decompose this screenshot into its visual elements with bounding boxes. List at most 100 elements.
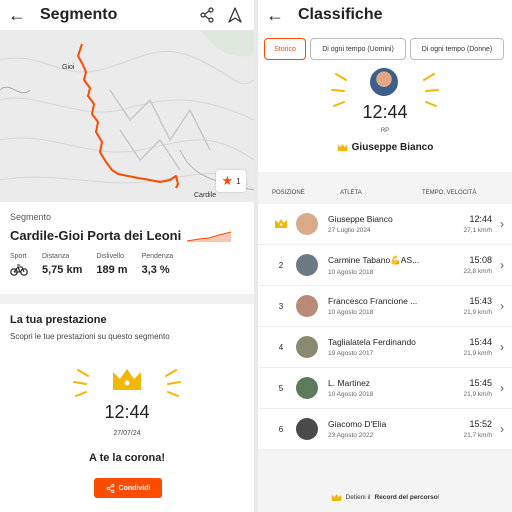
- avatar[interactable]: [296, 295, 318, 317]
- athlete-name: Giuseppe Bianco: [328, 214, 393, 224]
- athlete-cell: L. Martinez 10 Agosto 2018: [328, 378, 448, 398]
- table-row[interactable]: Giuseppe Bianco 27 Luglio 2024 12:44 27,1 k…: [258, 204, 512, 245]
- record-card: 12:44 RP Giuseppe Bianco: [258, 66, 512, 172]
- filter-history[interactable]: Storico: [264, 38, 306, 60]
- table-row[interactable]: 3 Francesco Francione ... 10 Agosto 2018 15…: [258, 286, 512, 327]
- rank-cell: 4: [266, 343, 296, 352]
- filter-all-time-men[interactable]: Di ogni tempo (Uomini): [310, 38, 406, 60]
- time-cell: 15:52 21,7 km/h: [448, 419, 492, 439]
- crown-rank-icon: [275, 218, 287, 228]
- col-time-speed: TEMPO, VELOCITÀ: [422, 190, 477, 196]
- time-cell: 12:44 27,1 km/h: [448, 214, 492, 234]
- effort-time: 15:45: [469, 378, 492, 388]
- performance-section: La tua prestazione Scopri le tue prestaz…: [0, 304, 254, 512]
- footer-text-post: !: [437, 493, 440, 501]
- rank-cell: 6: [266, 425, 296, 434]
- rank-cell: 2: [266, 261, 296, 270]
- stat-distance: Distanza 5,75 km: [42, 253, 82, 279]
- chevron-right-icon[interactable]: ›: [492, 340, 512, 354]
- section-divider: [0, 294, 254, 304]
- chevron-right-icon[interactable]: ›: [492, 299, 512, 313]
- chevron-right-icon[interactable]: ›: [492, 258, 512, 272]
- performance-time: 12:44: [104, 402, 150, 422]
- crown-small-icon: [337, 143, 347, 152]
- table-row[interactable]: 2 Carmine Tabano💪AS... 10 Agosto 2018 15:08…: [258, 245, 512, 286]
- record-holder-name: Giuseppe Bianco: [351, 142, 434, 153]
- filter-all-time-women[interactable]: Di ogni tempo (Donne): [410, 38, 504, 60]
- athlete-cell: Giacomo D'Elia 23 Agosto 2022: [328, 419, 448, 439]
- crown-footer-icon: [331, 493, 341, 501]
- top-bar: ← Segmento: [0, 0, 254, 30]
- effort-speed: 21,7 km/h: [463, 432, 492, 439]
- share-button[interactable]: Condividi: [94, 478, 162, 498]
- share-button-label: Condividi: [118, 484, 151, 492]
- effort-time: 15:08: [469, 255, 492, 265]
- rank-number: 4: [278, 342, 284, 352]
- effort-speed: 21,9 km/h: [463, 309, 492, 316]
- record-holder[interactable]: Giuseppe Bianco: [258, 142, 512, 153]
- share-icon[interactable]: [196, 4, 218, 26]
- chevron-right-icon[interactable]: ›: [492, 422, 512, 436]
- avatar[interactable]: [296, 254, 318, 276]
- time-cell: 15:43 21,9 km/h: [448, 296, 492, 316]
- page-title: Segmento: [40, 6, 118, 23]
- rank-number: 6: [278, 424, 284, 434]
- performance-heading: La tua prestazione: [10, 314, 107, 326]
- athlete-cell: Giuseppe Bianco 27 Luglio 2024: [328, 214, 448, 234]
- stat-sport-label: Sport: [10, 253, 27, 260]
- avatar[interactable]: [296, 377, 318, 399]
- crown-icon: [73, 369, 181, 397]
- navigate-icon[interactable]: [224, 4, 246, 26]
- effort-time: 15:44: [469, 337, 492, 347]
- table-header: POSIZIONE ATLETA TEMPO, VELOCITÀ: [258, 182, 512, 204]
- effort-speed: 21,9 km/h: [463, 391, 492, 398]
- table-row[interactable]: 5 L. Martinez 10 Agosto 2018 15:45 21,9 km/h…: [258, 368, 512, 409]
- athlete-cell: Francesco Francione ... 10 Agosto 2018: [328, 296, 448, 316]
- record-rp-label: RP: [380, 128, 390, 134]
- avatar[interactable]: [296, 418, 318, 440]
- rank-number: 3: [278, 301, 284, 311]
- record-footer: Detieni il Record del percorso!: [258, 486, 512, 508]
- footer-text-bold: Record del percorso: [374, 493, 438, 501]
- leaderboard-screen: ← Classifiche Storico Di ogni tempo (Uom…: [258, 0, 512, 512]
- segment-stats: Sport Distanza 5,75 km Dislivello 189 m …: [10, 253, 244, 279]
- back-button[interactable]: ←: [8, 5, 30, 26]
- table-row[interactable]: 4 Taglialatela Ferdinando 19 Agosto 2017 15…: [258, 327, 512, 368]
- stat-elevation: Dislivello 189 m: [96, 253, 127, 279]
- performance-date: 27/07/24: [113, 430, 141, 437]
- chevron-right-icon[interactable]: ›: [492, 217, 512, 231]
- col-position: POSIZIONE: [272, 190, 305, 196]
- athlete-name: L. Martinez: [328, 378, 371, 388]
- athlete-cell: Taglialatela Ferdinando 19 Agosto 2017: [328, 337, 448, 357]
- crown-message: A te la corona!: [89, 452, 165, 464]
- chevron-right-icon[interactable]: ›: [492, 381, 512, 395]
- stat-distance-label: Distanza: [42, 253, 70, 260]
- rank-number: 2: [278, 260, 284, 270]
- performance-subtitle: Scopri le tue prestazioni su questo segm…: [10, 332, 170, 341]
- rank-cell: 5: [266, 384, 296, 393]
- segment-name: Cardile-Gioi Porta dei Leoni: [10, 228, 244, 243]
- star-button[interactable]: ★ 1: [216, 170, 246, 192]
- table-row[interactable]: 6 Giacomo D'Elia 23 Agosto 2022 15:52 21,7 k…: [258, 409, 512, 450]
- back-button-right[interactable]: ←: [266, 5, 288, 26]
- leaderboard-rows: Giuseppe Bianco 27 Luglio 2024 12:44 27,1 k…: [258, 204, 512, 450]
- star-count: 1: [236, 176, 241, 186]
- stat-distance-value: 5,75 km: [42, 264, 83, 276]
- stat-elevation-value: 189 m: [96, 264, 128, 276]
- rank-number: 5: [278, 383, 284, 393]
- col-athlete: ATLETA: [340, 190, 362, 196]
- athlete-name: Taglialatela Ferdinando: [328, 337, 416, 347]
- segment-section-label: Segmento: [10, 212, 52, 222]
- avatar[interactable]: [296, 336, 318, 358]
- record-avatar[interactable]: [368, 66, 400, 98]
- star-icon: ★: [221, 173, 234, 188]
- effort-speed: 22,8 km/h: [463, 268, 492, 275]
- record-time: 12:44: [362, 102, 408, 122]
- rank-cell: 3: [266, 302, 296, 311]
- athlete-date: 27 Luglio 2024: [328, 227, 371, 234]
- stat-grade-value: 3,3 %: [141, 264, 170, 276]
- avatar[interactable]: [296, 213, 318, 235]
- athlete-date: 10 Agosto 2018: [328, 391, 374, 398]
- stat-grade: Pendenza 3,3 %: [142, 253, 174, 279]
- stat-grade-label: Pendenza: [141, 253, 174, 260]
